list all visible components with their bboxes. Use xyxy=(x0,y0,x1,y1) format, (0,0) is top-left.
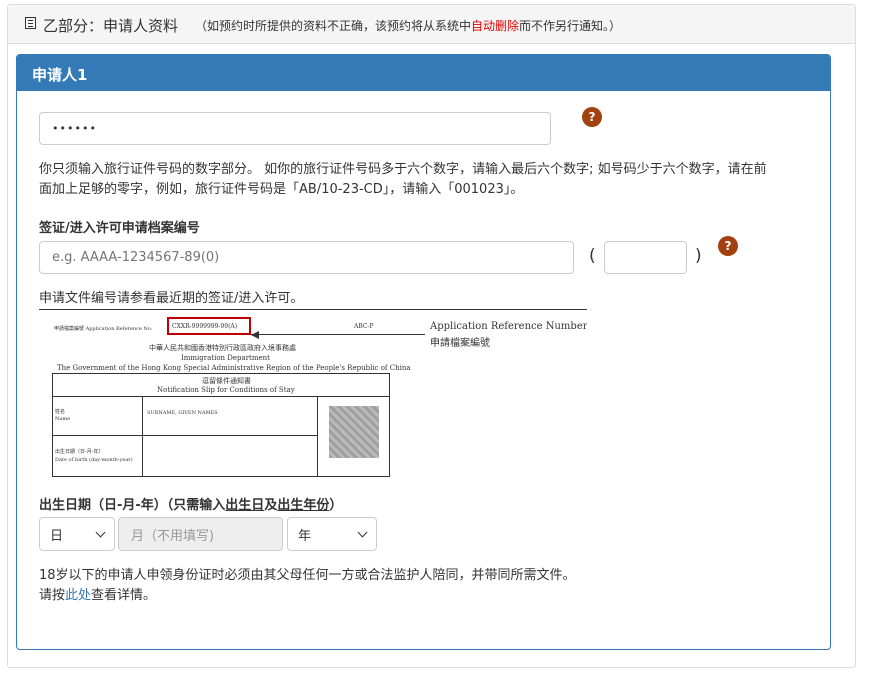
dob-day-select[interactable]: 日 xyxy=(39,517,115,551)
sample-dept-en: Immigration Department xyxy=(181,354,270,362)
sample-dept-zh: 中華人民共和國香港特別行政區政府入境事務處 xyxy=(149,344,296,352)
sample-name-en: Name xyxy=(55,416,71,422)
visa-reference-label: 签证/进入许可申请档案编号 xyxy=(39,221,200,236)
section-header: 乙部分：申请人资料 （如预约时所提供的资料不正确，该预约将从系统中自动删除而不作… xyxy=(8,5,855,44)
chevron-down-icon xyxy=(357,527,368,537)
help-icon[interactable]: ? xyxy=(718,236,738,256)
travel-doc-hint-line1: 你只须输入旅行证件号码的数字部分。 如你的旅行证件号码多于六个数字，请输入最后六… xyxy=(39,162,767,177)
sample-ref-code: ABC-P xyxy=(354,323,374,330)
sample-dob-en: Date of birth (day-month-year) xyxy=(55,457,133,463)
sample-ref-label: 申請檔案編號 Application Reference No. xyxy=(54,326,153,332)
help-icon[interactable]: ? xyxy=(582,107,602,127)
dob-year-value: 年 xyxy=(298,528,312,544)
arrow-head-icon xyxy=(251,331,259,339)
age-notice: 18岁以下的申请人申领身份证时必须由其父母任何一方或合法监护人陪同，并带同所需文… xyxy=(39,568,576,583)
list-icon xyxy=(25,17,36,29)
visa-check-digit-input[interactable] xyxy=(604,241,687,274)
callout-en: Application Reference Number xyxy=(430,321,587,332)
sample-dob-zh: 出生日期（日-月-年） xyxy=(55,449,104,455)
paren-close: ) xyxy=(695,246,702,266)
dob-label: 出生日期（日-月-年）（只需输入出生日及出生年份） xyxy=(39,498,343,513)
sample-col-line xyxy=(317,396,318,477)
sample-name-zh: 姓名 xyxy=(55,409,66,415)
sample-row-line xyxy=(52,396,390,397)
dob-month-field: 月（不用填写) xyxy=(118,517,283,551)
chevron-down-icon xyxy=(95,527,106,537)
sample-slip-en: Notification Slip for Conditions of Stay xyxy=(157,386,295,394)
sample-document-image: 申請檔案編號 Application Reference No. CXXR-99… xyxy=(39,310,587,480)
sample-row-line xyxy=(52,435,317,436)
photo-placeholder-icon xyxy=(329,406,379,458)
panel-heading: 申请人1 xyxy=(17,55,830,91)
travel-document-input[interactable]: •••••• xyxy=(39,112,551,145)
panel-title: 申请人1 xyxy=(32,66,88,84)
sample-slip-zh: 逗留條件通知書 xyxy=(202,377,251,385)
sample-col-line xyxy=(142,396,143,477)
paren-open: ( xyxy=(589,246,596,266)
details-notice: 请按此处查看详情。 xyxy=(39,588,157,603)
section-note: （如预约时所提供的资料不正确，该预约将从系统中自动删除而不作另行通知。） xyxy=(195,19,622,33)
sample-name-value: SURNAME, GIVEN NAMES xyxy=(147,410,218,416)
callout-arrow xyxy=(251,334,425,335)
sample-gov-en: The Government of the Hong Kong Special … xyxy=(57,364,411,372)
visa-reference-hint: 申请文件编号请参看最近期的签证/进入许可。 xyxy=(39,291,304,306)
section-title: 乙部分：申请人资料 xyxy=(43,17,179,35)
details-link[interactable]: 此处 xyxy=(65,588,91,603)
sample-ref-value: CXXR-9999999-99(A) xyxy=(172,323,238,330)
visa-reference-input[interactable] xyxy=(39,241,574,274)
dob-year-select[interactable]: 年 xyxy=(287,517,377,551)
travel-doc-hint-line2: 面加上足够的零字，例如，旅行证件号码是「AB/10-23-CD」，请输入「001… xyxy=(39,182,524,197)
callout-zh: 申請檔案編號 xyxy=(430,338,490,349)
dob-day-value: 日 xyxy=(50,528,64,544)
